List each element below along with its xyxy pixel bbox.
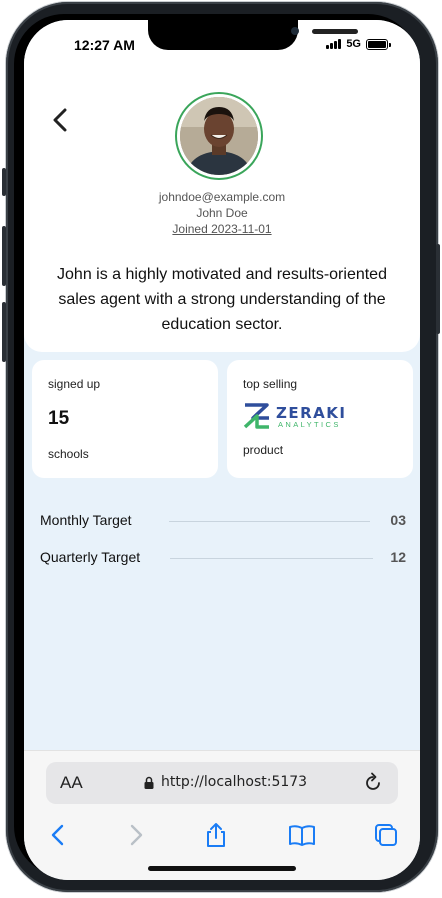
profile-bio: John is a highly motivated and results-o…	[57, 266, 387, 333]
front-camera	[291, 27, 299, 35]
network-type: 5G	[346, 38, 361, 50]
back-arrow-icon[interactable]	[50, 106, 72, 134]
signed-up-label: signed up	[48, 377, 101, 391]
signed-up-card: signed up 15 schools	[32, 360, 218, 478]
power-button	[436, 244, 440, 334]
signal-icon	[326, 39, 342, 49]
zeraki-z-icon	[243, 403, 269, 429]
logo-subtitle: ANALYTICS	[278, 420, 341, 429]
profile-name: John Doe	[196, 206, 248, 220]
signed-up-value: 15	[48, 408, 70, 429]
back-nav-icon[interactable]	[44, 821, 72, 849]
status-bar: 12:27 AM 5G	[24, 20, 420, 70]
mute-switch	[2, 168, 6, 196]
target-row-quarterly: Quarterly Target 12	[40, 547, 406, 569]
profile-card: johndoe@example.com John Doe Joined 2023…	[24, 70, 420, 352]
avatar	[175, 92, 263, 180]
reload-icon[interactable]	[362, 772, 384, 794]
target-label: Quarterly Target	[40, 549, 141, 565]
status-icons: 5G	[326, 38, 391, 50]
signed-up-unit: schools	[48, 447, 89, 461]
volume-up-button	[2, 226, 6, 286]
person-portrait-icon	[180, 97, 258, 175]
target-row-monthly: Monthly Target 03	[40, 510, 406, 532]
avatar-photo	[180, 97, 258, 175]
status-time: 12:27 AM	[74, 37, 135, 53]
battery-icon	[366, 38, 391, 50]
screen: 12:27 AM 5G johndoe@example.com John Doe…	[24, 20, 420, 880]
profile-email: johndoe@example.com	[158, 190, 286, 204]
top-selling-unit: product	[243, 443, 284, 457]
bookmarks-icon[interactable]	[288, 821, 316, 849]
share-icon[interactable]	[202, 821, 230, 849]
volume-down-button	[2, 302, 6, 362]
target-divider	[169, 521, 370, 522]
joined-date-link[interactable]: Joined 2023-11-01	[172, 222, 271, 236]
tabs-icon[interactable]	[372, 821, 400, 849]
top-selling-card: top selling ZERAKI ANALYTICS product	[227, 360, 413, 478]
top-selling-label: top selling	[243, 377, 298, 391]
target-divider	[170, 558, 373, 559]
target-label: Monthly Target	[40, 512, 132, 528]
text-size-button[interactable]: AA	[60, 773, 83, 793]
url-text: http://localhost:5173	[161, 774, 308, 790]
browser-toolbar: AA http://localhost:5173	[24, 750, 420, 880]
earpiece-speaker	[312, 29, 358, 34]
target-value: 03	[390, 512, 406, 528]
address-bar[interactable]: AA http://localhost:5173	[46, 762, 398, 804]
target-value: 12	[390, 549, 406, 565]
lock-icon	[144, 776, 154, 789]
forward-nav-icon[interactable]	[122, 821, 150, 849]
zeraki-logo: ZERAKI ANALYTICS	[243, 402, 345, 430]
home-indicator[interactable]	[148, 866, 296, 871]
joined-date: Joined 2023-11-01	[24, 222, 420, 236]
notch	[148, 20, 358, 50]
